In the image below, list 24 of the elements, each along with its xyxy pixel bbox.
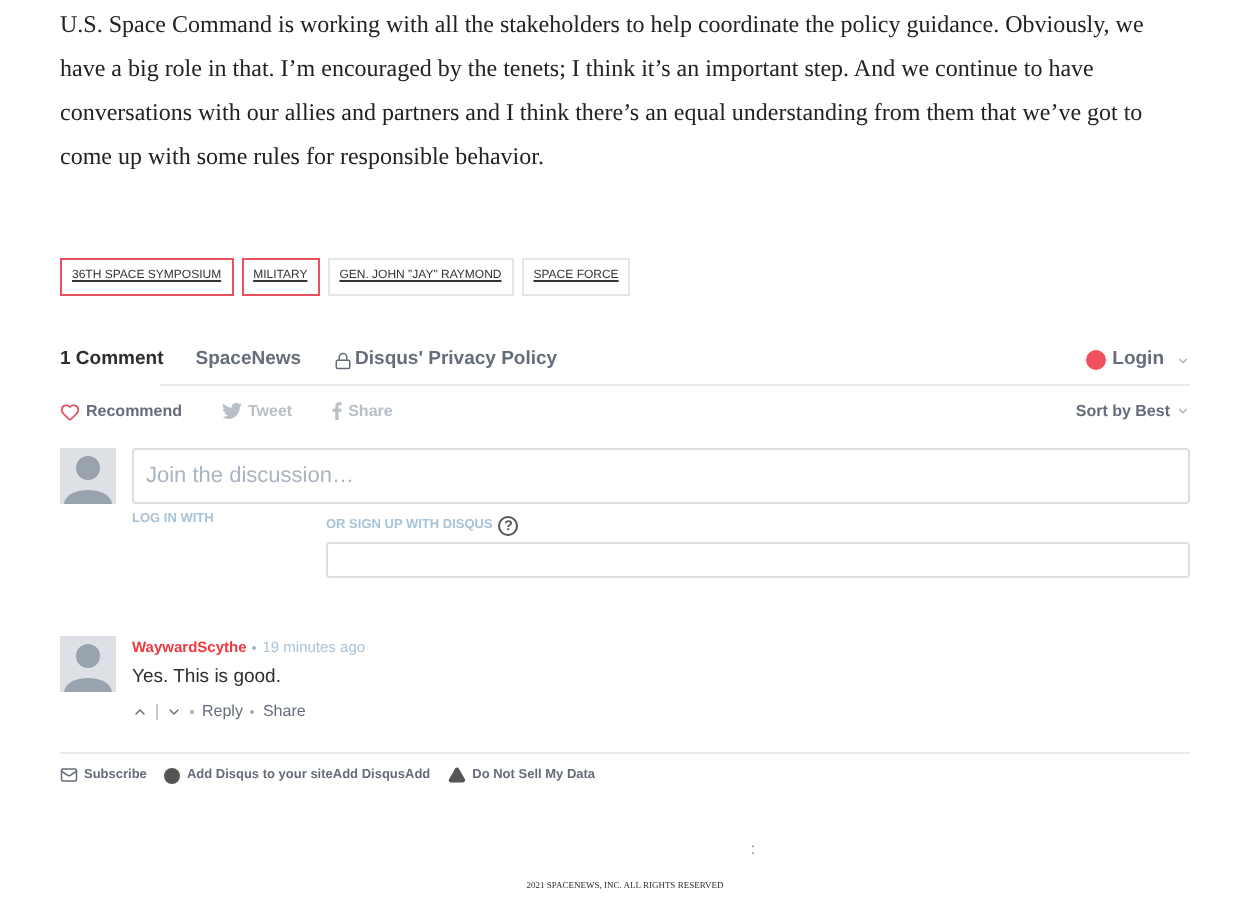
heart-icon xyxy=(60,401,80,421)
comment-action-link[interactable]: Reply xyxy=(202,699,243,723)
caret-icon xyxy=(1176,353,1190,367)
avatar-icon xyxy=(60,448,116,504)
separator-mark: : xyxy=(750,837,756,861)
article-paragraph: U.S. Space Command is working with all the stakeholders to help coordinate the policy guidance. Obviously, we have a big role in that. I’m encouraged by the tenets; I think it’s an important step. And we continue to have conversations with our allies and partners and I think there’s an equal understanding from them that we’ve got to come up with some rules for responsible behavior. xyxy=(58,8,1146,174)
facebook-icon xyxy=(332,402,343,420)
avatar-icon xyxy=(60,636,116,692)
mail-icon xyxy=(60,766,78,784)
bird-icon xyxy=(222,402,243,420)
action-link[interactable]: Recommend xyxy=(86,399,183,423)
comments-tab[interactable]: 1 Comment xyxy=(60,345,164,375)
comments-tab[interactable]: SpaceNews xyxy=(195,345,302,375)
caret-icon xyxy=(1176,404,1190,418)
comments-tab[interactable]: Disqus' Privacy Policy xyxy=(333,345,558,375)
name-field[interactable] xyxy=(326,542,1190,578)
comment-field[interactable]: Join the discussion… xyxy=(132,448,1190,504)
login-button[interactable]: Login xyxy=(1112,345,1164,375)
warning-icon xyxy=(448,766,467,784)
lock-icon xyxy=(333,351,352,369)
sort-dropdown[interactable]: Sort by Best xyxy=(1075,399,1190,423)
comment-action-link[interactable]: Share xyxy=(262,699,306,723)
comment-text: Yes. This is good. xyxy=(132,664,283,693)
disqus-logo-icon xyxy=(164,767,181,783)
